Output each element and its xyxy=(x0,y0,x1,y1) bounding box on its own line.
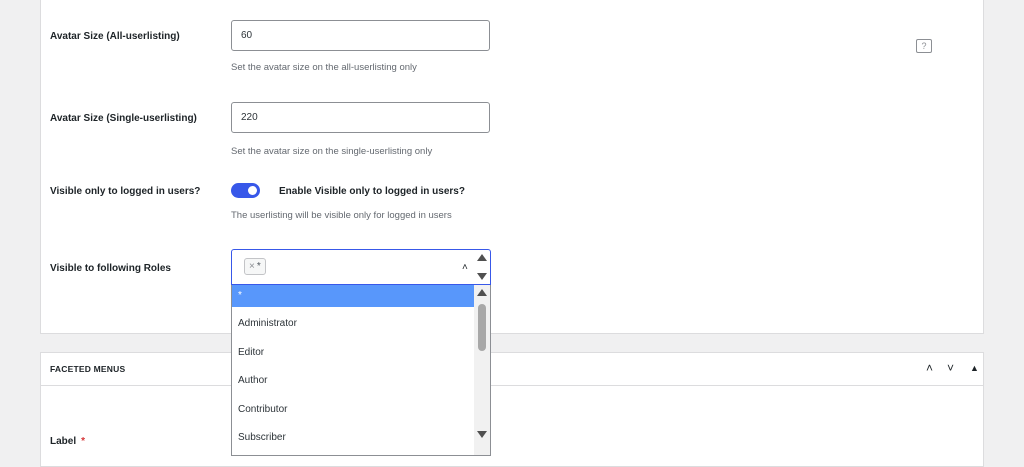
selected-role-tag[interactable]: × * xyxy=(244,258,266,275)
avatar-single-description: Set the avatar size on the single-userli… xyxy=(231,146,433,157)
avatar-single-label: Avatar Size (Single-userlisting) xyxy=(50,113,197,124)
avatar-single-input[interactable] xyxy=(231,102,490,133)
role-option[interactable]: Subscriber xyxy=(232,427,475,449)
required-mark: * xyxy=(81,436,86,447)
label-text: Label xyxy=(50,436,77,447)
visible-logged-in-toggle[interactable] xyxy=(231,183,260,198)
faceted-menus-panel: FACETED MENUS ˄ ˅ ▲ xyxy=(40,352,984,467)
scrollbar-thumb[interactable] xyxy=(478,304,486,351)
role-option[interactable]: Editor xyxy=(232,342,475,364)
faceted-menus-header: FACETED MENUS ˄ ˅ ▲ xyxy=(41,353,983,386)
role-option[interactable]: Contributor xyxy=(232,399,475,421)
avatar-all-description: Set the avatar size on the all-userlisti… xyxy=(231,62,417,73)
role-option[interactable]: * xyxy=(232,285,475,307)
move-down-chevron-icon[interactable]: ˅ xyxy=(947,361,954,375)
role-option[interactable]: Administrator xyxy=(232,313,475,335)
spin-down-arrow-icon[interactable] xyxy=(477,273,487,280)
roles-multiselect[interactable]: × * xyxy=(231,249,491,285)
selected-role-tag-text: * xyxy=(256,261,261,272)
spin-up-arrow-icon[interactable] xyxy=(477,254,487,261)
userlisting-settings-panel xyxy=(40,0,984,334)
chevron-up-icon[interactable]: ˄ xyxy=(462,262,468,273)
faceted-label-label: Label * xyxy=(50,436,85,447)
remove-tag-icon[interactable]: × xyxy=(249,261,255,272)
toggle-knob xyxy=(248,186,257,195)
visible-logged-in-label: Visible only to logged in users? xyxy=(50,186,201,197)
move-up-chevron-icon[interactable]: ˄ xyxy=(926,361,933,375)
scroll-down-arrow-icon[interactable] xyxy=(477,431,487,438)
faceted-menus-title: FACETED MENUS xyxy=(50,364,126,374)
collapse-toggle-icon[interactable]: ▲ xyxy=(970,363,979,373)
visible-logged-in-description: The userlisting will be visible only for… xyxy=(231,210,452,221)
visible-logged-in-toggle-label[interactable]: Enable Visible only to logged in users? xyxy=(279,186,465,197)
roles-dropdown-list: * Administrator Editor Author Contributo… xyxy=(231,285,491,456)
avatar-all-input[interactable] xyxy=(231,20,490,51)
avatar-all-label: Avatar Size (All-userlisting) xyxy=(50,31,180,42)
role-option[interactable]: Author xyxy=(232,370,475,392)
visible-roles-label: Visible to following Roles xyxy=(50,263,171,274)
scroll-up-arrow-icon[interactable] xyxy=(477,289,487,296)
dropdown-scrollbar[interactable] xyxy=(474,285,490,455)
help-icon[interactable]: ? xyxy=(916,39,932,53)
